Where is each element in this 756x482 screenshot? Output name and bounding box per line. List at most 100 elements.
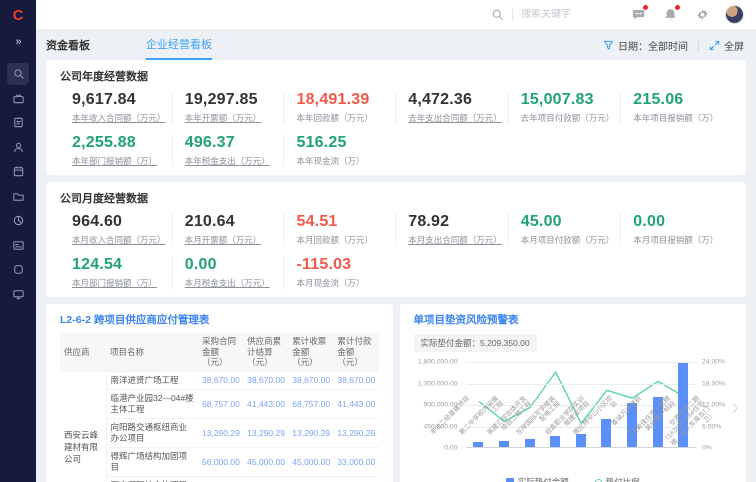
metric: 18,491.39本年回款额（万元） bbox=[283, 91, 395, 124]
metric: 496.37 本年税金支出（万元） bbox=[172, 134, 284, 167]
amount-cell[interactable]: 41,443.00 bbox=[243, 389, 288, 418]
metric-label[interactable]: 本年税金支出（万元） bbox=[185, 155, 278, 167]
chart-legend: 实际垫付金额 垫付比例 bbox=[400, 476, 747, 482]
bell-icon[interactable] bbox=[661, 6, 679, 24]
metric: 516.25本年现金流（万） bbox=[283, 134, 395, 167]
sidebar-item-search[interactable] bbox=[7, 63, 29, 85]
metric-label: 本年项目报销额（万） bbox=[633, 112, 726, 124]
metric-value: 78.92 bbox=[408, 213, 502, 231]
collapse-sidebar-icon[interactable]: » bbox=[15, 36, 20, 48]
amount-cell[interactable]: 41,443.00 bbox=[333, 389, 378, 418]
metric-label[interactable]: 本年开票额（万元） bbox=[185, 112, 278, 124]
metric-value: 964.60 bbox=[72, 213, 166, 231]
amount-cell[interactable]: 45,000.00 bbox=[243, 448, 288, 477]
amount-cell[interactable]: 13,290.29 bbox=[288, 419, 333, 448]
legend-item-line[interactable]: 垫付比例 bbox=[595, 476, 640, 482]
annual-card-title: 公司年度经营数据 bbox=[60, 68, 732, 84]
divider bbox=[698, 39, 699, 51]
legend-item-bar[interactable]: 实际垫付金额 bbox=[506, 476, 569, 482]
global-search[interactable] bbox=[491, 8, 611, 21]
amount-cell[interactable]: 38,670.00 bbox=[243, 371, 288, 389]
axis-tick: 18.00% bbox=[702, 380, 725, 387]
sidebar-item-folder[interactable] bbox=[7, 185, 29, 207]
monthly-data-card: 公司月度经营数据 964.60本月收入合同额（万元）210.64本月开票额（万元… bbox=[46, 182, 746, 297]
axis-baseline bbox=[466, 447, 697, 448]
tab-enterprise-board[interactable]: 企业经营看板 bbox=[146, 30, 212, 60]
sidebar-item-pie-chart[interactable] bbox=[7, 210, 29, 232]
column-header: 项目名称 bbox=[106, 333, 198, 371]
sidebar-item-shape[interactable] bbox=[7, 259, 29, 281]
briefcase-icon bbox=[12, 92, 25, 105]
toolbar: 日期：全部时间 全屏 bbox=[603, 38, 744, 53]
metric-label[interactable]: 去年支出合同额（万元） bbox=[408, 112, 502, 124]
calendar-icon bbox=[12, 165, 25, 178]
table-header-row: 供应商项目名称采购合同金额（元）供应商累计结算（元）累计收票金额（元）累计付款金… bbox=[60, 333, 379, 371]
supplier-payables-table: 供应商项目名称采购合同金额（元）供应商累计结算（元）累计收票金额（元）累计付款金… bbox=[60, 333, 379, 482]
amount-cell[interactable]: 14,071.00 bbox=[333, 477, 378, 482]
sidebar-item-user[interactable] bbox=[7, 136, 29, 158]
amount-cell[interactable]: 13,290.29 bbox=[198, 419, 243, 448]
project-name-cell: 向阳路交通枢纽商业办公项目 bbox=[106, 419, 198, 448]
metric-value: 0.00 bbox=[633, 213, 726, 231]
settings-gear-icon[interactable] bbox=[693, 6, 711, 24]
amount-cell[interactable]: 13,290.29 bbox=[333, 419, 378, 448]
table-row: 得辉广场结构加固项目56,000.0045,000.0045,000.0033,… bbox=[60, 448, 379, 477]
sidebar-item-monitor[interactable] bbox=[7, 283, 29, 305]
tab-bar: 资金看板 企业经营看板 日期：全部时间 全屏 bbox=[36, 30, 756, 60]
fullscreen-button[interactable]: 全屏 bbox=[709, 38, 744, 53]
search-icon bbox=[12, 67, 25, 80]
metric-value: 516.25 bbox=[296, 134, 389, 152]
metric-label[interactable]: 本月支出合同额（万元） bbox=[408, 234, 502, 246]
sidebar-item-id-card[interactable] bbox=[7, 234, 29, 256]
metric-value: 18,491.39 bbox=[296, 91, 389, 109]
date-filter-button[interactable]: 日期：全部时间 bbox=[603, 38, 688, 53]
logo-cell[interactable]: C bbox=[0, 0, 36, 30]
metric-value: -115.03 bbox=[296, 256, 389, 274]
metric: 210.64 本月开票额（万元） bbox=[172, 213, 284, 246]
amount-cell[interactable]: 38,670.00 bbox=[288, 371, 333, 389]
metric: 9,617.84本年收入合同额（万元） bbox=[60, 91, 172, 124]
annual-metrics-grid: 9,617.84本年收入合同额（万元）19,297.85本年开票额（万元）18,… bbox=[60, 91, 732, 167]
shape-icon bbox=[12, 263, 25, 276]
table-row: 临港产业园32—04#楼主体工程68,757.0041,443.0068,757… bbox=[60, 389, 379, 418]
messages-icon[interactable] bbox=[629, 6, 647, 24]
supplier-payables-card: L2-6-2 跨项目供应商应付管理表 供应商项目名称采购合同金额（元）供应商累计… bbox=[46, 304, 393, 482]
sidebar-item-calendar[interactable] bbox=[7, 161, 29, 183]
amount-cell[interactable]: 45,000.00 bbox=[288, 448, 333, 477]
metric-label: 本月项目付款额（万元） bbox=[521, 234, 615, 246]
axis-tick: 1,350,000.00 bbox=[418, 380, 458, 387]
sidebar-item-briefcase[interactable] bbox=[7, 87, 29, 109]
amount-cell[interactable]: 38,670.00 bbox=[198, 371, 243, 389]
metric-value: 210.64 bbox=[185, 213, 278, 231]
sidebar-item-clipboard[interactable] bbox=[7, 112, 29, 134]
amount-cell[interactable]: 38,670.00 bbox=[333, 371, 378, 389]
metric: 78.92 本月支出合同额（万元） bbox=[395, 213, 508, 246]
amount-cell[interactable]: 33,000.00 bbox=[333, 448, 378, 477]
metric-label[interactable]: 本月开票额（万元） bbox=[185, 234, 278, 246]
metric-label[interactable]: 本年收入合同额（万元） bbox=[72, 112, 166, 124]
amount-cell[interactable]: 68,757.00 bbox=[198, 389, 243, 418]
user-avatar[interactable] bbox=[725, 5, 744, 24]
metric-value: 15,007.83 bbox=[521, 91, 615, 109]
fullscreen-icon bbox=[709, 40, 720, 51]
amount-cell[interactable]: 40,273.00 bbox=[243, 477, 288, 482]
metric-label[interactable]: 本月收入合同额（万元） bbox=[72, 234, 166, 246]
amount-cell[interactable]: 13,290.29 bbox=[243, 419, 288, 448]
tab-funds-board[interactable]: 资金看板 bbox=[46, 30, 90, 60]
metric-value: 45.00 bbox=[521, 213, 615, 231]
metric-label[interactable]: 本年部门报销额（万） bbox=[72, 155, 166, 167]
metric-label[interactable]: 本月税金支出（万元） bbox=[185, 277, 278, 289]
amount-cell[interactable]: 56,000.00 bbox=[198, 448, 243, 477]
project-name-cell: 南洋进贤广场工程 bbox=[106, 371, 198, 389]
clipboard-icon bbox=[12, 116, 25, 129]
notification-dot bbox=[643, 5, 648, 10]
topbar-icons bbox=[629, 5, 744, 24]
amount-cell[interactable]: 68,757.00 bbox=[288, 389, 333, 418]
metric-value: 0.00 bbox=[185, 256, 278, 274]
metric-value: 496.37 bbox=[185, 134, 278, 152]
next-page-arrow[interactable]: 〉 bbox=[733, 400, 743, 415]
amount-cell[interactable]: 57,273.00 bbox=[198, 477, 243, 482]
metric-label[interactable]: 本月部门报销额（万） bbox=[72, 277, 166, 289]
search-input[interactable] bbox=[521, 9, 611, 20]
amount-cell[interactable]: 57,273.00 bbox=[288, 477, 333, 482]
